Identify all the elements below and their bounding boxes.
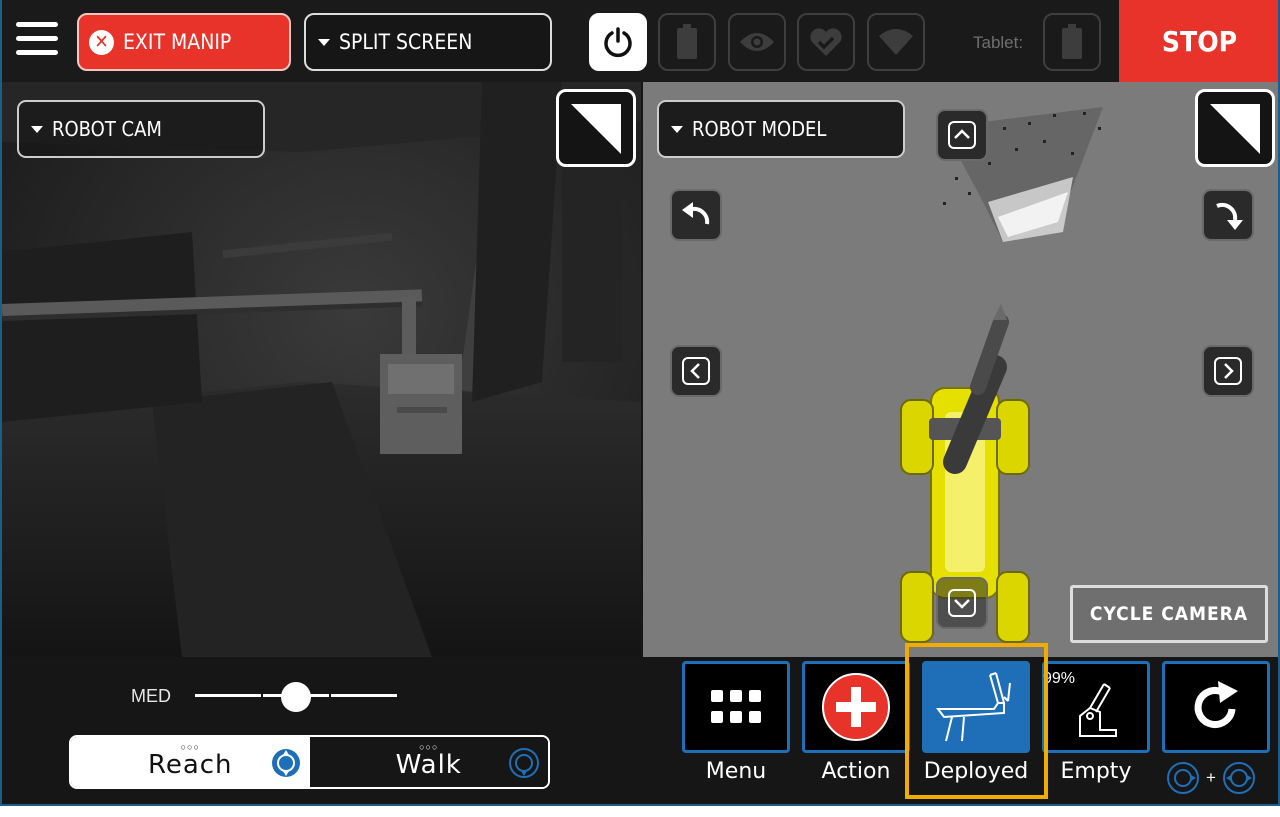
- caret-down-icon: [318, 38, 330, 46]
- power-button[interactable]: [589, 13, 647, 71]
- eye-icon: [740, 33, 774, 51]
- deployed-tile-label: Deployed: [923, 759, 1029, 784]
- cycle-camera-label: CYCLE CAMERA: [1089, 603, 1249, 625]
- deployed-tile-box: [922, 661, 1030, 753]
- arm-battery-percent: 99%: [1043, 670, 1076, 687]
- robot-camera-view[interactable]: ROBOT CAM: [2, 82, 641, 657]
- slider-thumb[interactable]: [281, 682, 311, 712]
- refresh-icon: [1194, 681, 1238, 728]
- caret-down-icon: [671, 125, 683, 133]
- close-circle-icon: ✕: [89, 29, 114, 55]
- camera-feed-image: [2, 82, 641, 657]
- action-tile-box: [802, 661, 910, 753]
- rotate-right-button[interactable]: [1202, 189, 1254, 241]
- rotate-left-button[interactable]: [670, 189, 722, 241]
- battery-icon: [1062, 24, 1082, 59]
- rotate-right-icon: [1216, 202, 1243, 230]
- view-mode-dropdown[interactable]: ROBOT MODEL: [657, 100, 905, 158]
- layout-dropdown-label: SPLIT SCREEN: [339, 30, 473, 54]
- action-tile-button[interactable]: Action: [802, 661, 910, 784]
- mode-reach-button[interactable]: ○○○ Reach: [71, 737, 310, 787]
- battery-icon: [677, 24, 697, 59]
- slider-tick: [261, 693, 263, 698]
- pan-left-button[interactable]: [670, 345, 722, 397]
- rotate-left-icon: [682, 202, 710, 225]
- corner-triangle-icon: [1210, 104, 1260, 154]
- heart-check-icon: [810, 28, 842, 56]
- health-status: [797, 13, 855, 71]
- menu-hamburger-icon[interactable]: [16, 22, 58, 60]
- chevron-right-icon: [1214, 357, 1242, 385]
- pan-down-button[interactable]: [936, 577, 988, 629]
- add-icon: [822, 673, 890, 741]
- speed-slider[interactable]: [195, 682, 397, 712]
- corner-triangle-icon: [571, 104, 621, 154]
- top-bar: ✕ EXIT MANIP SPLIT SCREEN Tablet: STOP: [2, 0, 1278, 82]
- visibility-status: [728, 13, 786, 71]
- mode-walk-button[interactable]: ○○○ Walk: [309, 737, 548, 787]
- cycle-camera-button[interactable]: CYCLE CAMERA: [1070, 585, 1268, 643]
- controller-combo-hint: +: [1166, 761, 1256, 795]
- stop-label: STOP: [1161, 24, 1238, 58]
- combo-plus: +: [1206, 768, 1216, 787]
- camera-source-label: ROBOT CAM: [52, 117, 162, 141]
- view-mode-label: ROBOT MODEL: [692, 117, 827, 141]
- joystick-icon: [271, 749, 300, 777]
- stop-button[interactable]: STOP: [1119, 0, 1278, 82]
- wifi-status: [867, 13, 925, 71]
- joystick-icon: [509, 748, 539, 778]
- caret-down-icon: [31, 125, 43, 133]
- exit-manip-button[interactable]: ✕ EXIT MANIP: [77, 13, 291, 71]
- refresh-tile-box: [1162, 661, 1270, 753]
- deployed-tile-button[interactable]: Deployed: [922, 661, 1030, 784]
- power-icon: [604, 27, 632, 58]
- arm-deployed-icon: [936, 672, 1011, 742]
- tablet-label: Tablet:: [973, 33, 1024, 52]
- chevron-down-icon: [948, 589, 976, 617]
- expand-view-button[interactable]: [556, 89, 636, 167]
- refresh-tile-button[interactable]: [1162, 661, 1270, 753]
- chevron-up-icon: [948, 121, 976, 149]
- slider-tick: [329, 693, 331, 698]
- expand-model-view-button[interactable]: [1195, 89, 1275, 167]
- exit-manip-label: EXIT MANIP: [123, 30, 232, 54]
- app-frame: ✕ EXIT MANIP SPLIT SCREEN Tablet: STOP R…: [0, 0, 1280, 806]
- menu-tile-button[interactable]: Menu: [682, 661, 790, 784]
- pan-up-button[interactable]: [936, 109, 988, 161]
- empty-tile-label: Empty: [1060, 759, 1132, 784]
- joystick-left-icon: [1167, 762, 1199, 794]
- tablet-battery-status: [1043, 13, 1101, 71]
- menu-tile-box: [682, 661, 790, 753]
- grid-menu-icon: [711, 690, 761, 723]
- menu-tile-label: Menu: [705, 759, 767, 784]
- chevron-left-icon: [682, 357, 710, 385]
- camera-source-dropdown[interactable]: ROBOT CAM: [17, 100, 265, 158]
- robot-model-view[interactable]: ROBOT MODEL CYCLE CAMERA: [643, 82, 1278, 657]
- mode-toggle[interactable]: ○○○ Reach ○○○ Walk: [69, 735, 550, 789]
- speed-label: MED: [131, 686, 171, 706]
- robot-battery-status: [658, 13, 716, 71]
- action-tile-label: Action: [821, 759, 891, 784]
- robot-model-render: [900, 107, 1103, 643]
- pan-right-button[interactable]: [1202, 345, 1254, 397]
- bottom-bar: MED ○○○ Reach ○○○ Walk Menu Action Deplo…: [2, 657, 1278, 804]
- layout-dropdown[interactable]: SPLIT SCREEN: [304, 13, 552, 71]
- joystick-right-icon: [1222, 762, 1255, 794]
- wifi-icon: [879, 29, 913, 55]
